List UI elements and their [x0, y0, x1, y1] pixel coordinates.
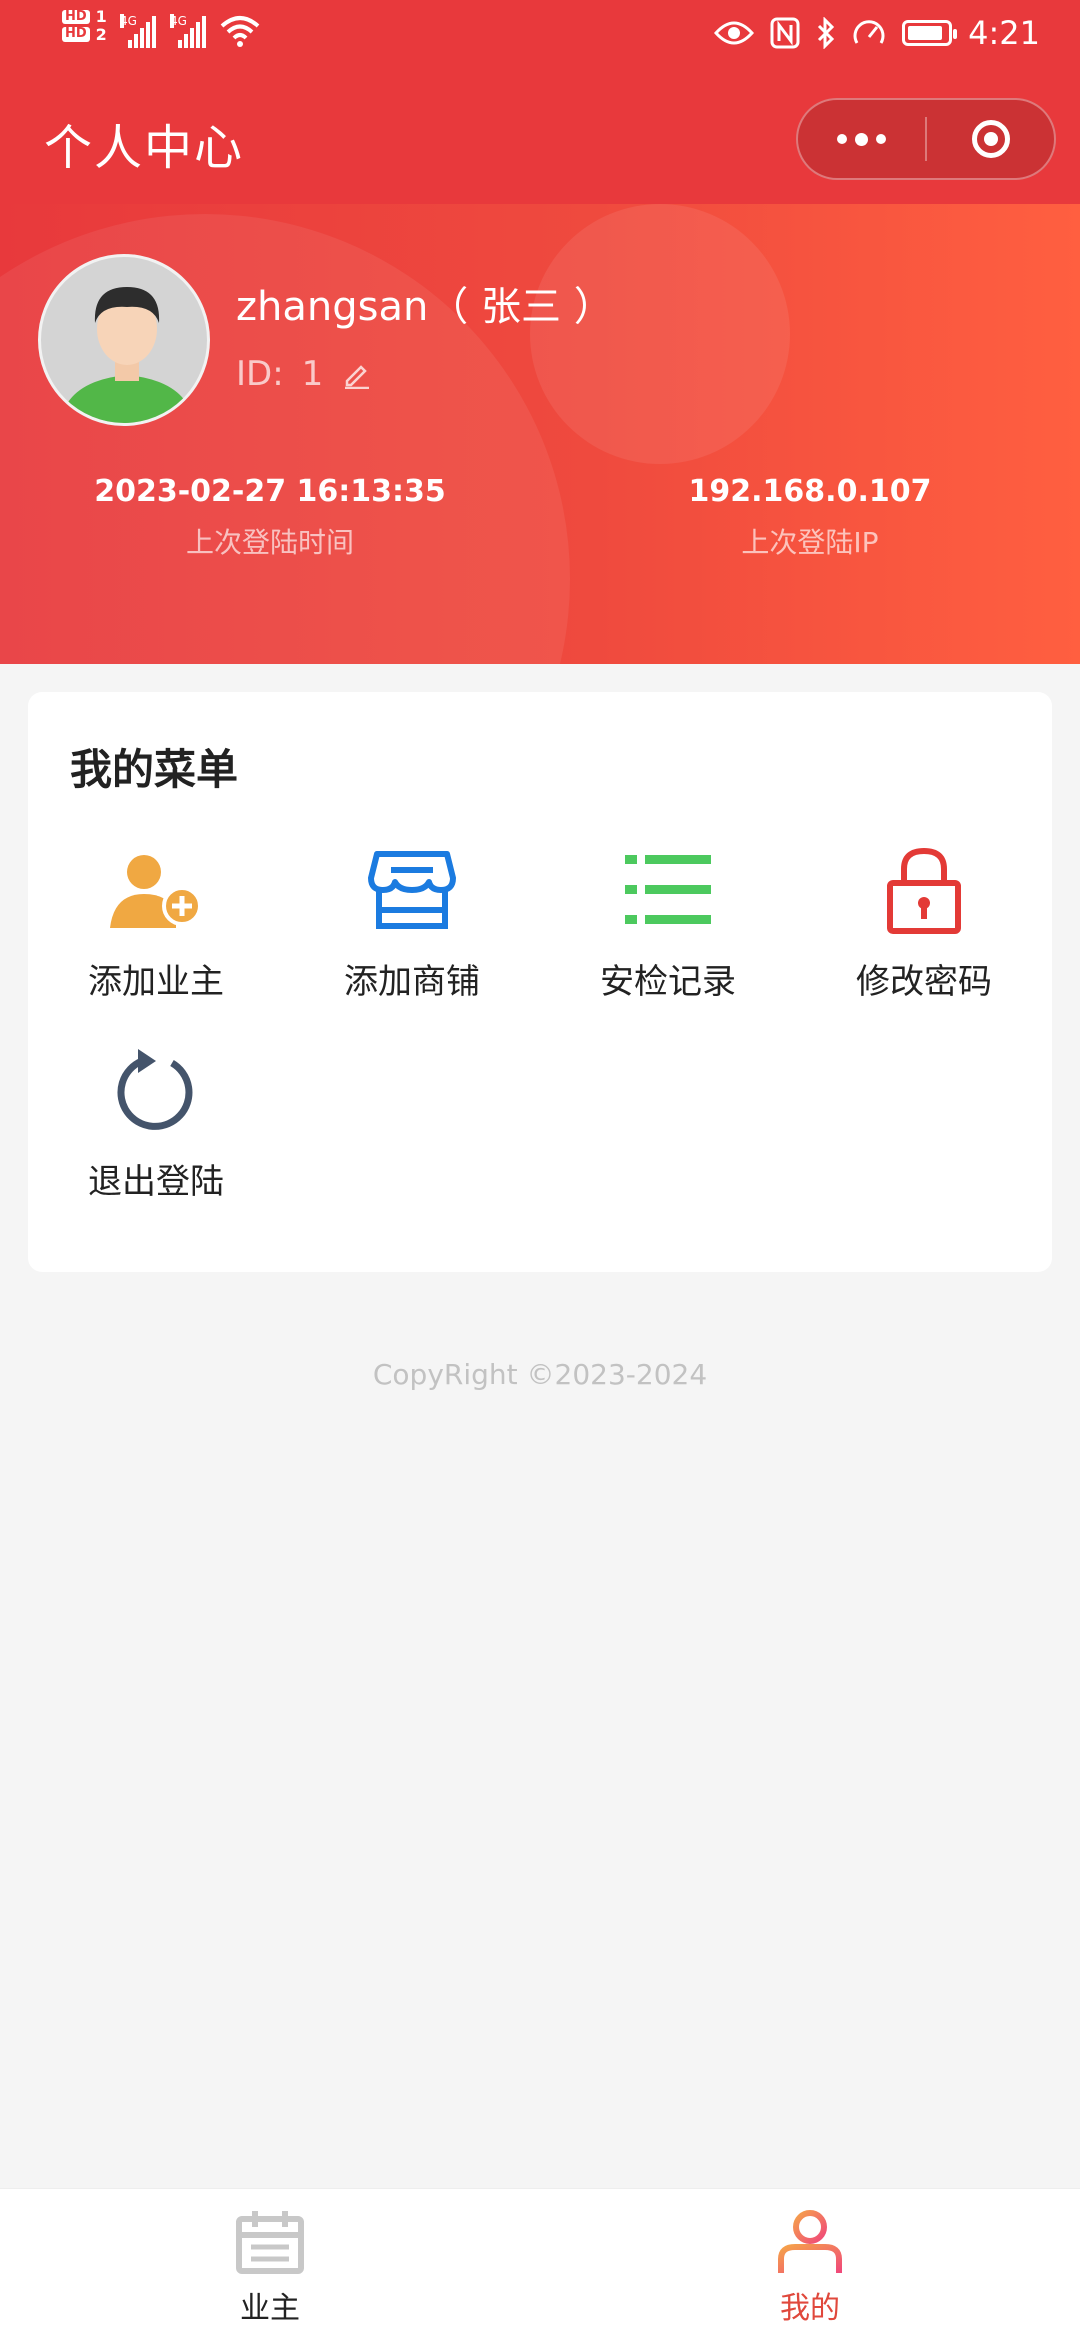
sim-slot-label: 2: [95, 24, 107, 44]
more-dot-icon: [837, 134, 847, 144]
status-bar: HD 1 HD 2 4G 4G 4:21: [0, 0, 1080, 72]
lock-icon: [887, 847, 961, 934]
battery-level: [908, 26, 943, 40]
battery-icon: [902, 20, 958, 46]
menu-item-logout[interactable]: 退出登陆: [28, 1040, 284, 1203]
menu-item-add-owner[interactable]: 添加业主: [28, 840, 284, 1003]
menu-item-inspection-records[interactable]: 安检记录: [540, 840, 796, 1003]
bluetooth-icon: [818, 17, 835, 49]
user-icon: [778, 2210, 842, 2273]
network-type: 4G: [120, 14, 137, 28]
tab-label: 我的: [780, 2291, 840, 2326]
last-login-time-value: 2023-02-27 16:13:35: [94, 474, 446, 509]
menu-item-change-password[interactable]: 修改密码: [796, 840, 1052, 1003]
more-dot-icon: [876, 134, 886, 144]
more-dot-icon: [855, 132, 868, 146]
list-icon: [625, 855, 711, 924]
calendar-icon: [236, 2211, 304, 2274]
clock: 4:21: [968, 14, 1040, 52]
target-icon: [971, 120, 1010, 158]
menu-card: 我的菜单 添加业主 添加商铺 安检记录 修改密码 退出登陆: [28, 692, 1052, 1272]
signal-icon: 4G: [120, 14, 156, 48]
last-login-ip: 192.168.0.107 上次登陆IP: [540, 474, 1080, 561]
last-login-ip-value: 192.168.0.107: [688, 474, 932, 509]
menu-item-add-store[interactable]: 添加商铺: [284, 840, 540, 1003]
menu-item-label: 退出登陆: [88, 1162, 224, 1202]
tab-label: 业主: [240, 2291, 300, 2326]
menu-item-label: 添加业主: [88, 962, 224, 1002]
refresh-icon: [117, 1049, 193, 1130]
menu-item-label: 修改密码: [856, 962, 992, 1002]
avatar[interactable]: [38, 254, 210, 426]
hd-badge: HD: [62, 26, 90, 42]
signal-icon: 4G: [170, 14, 206, 48]
page-title: 个人中心: [44, 120, 245, 176]
speedometer-icon: [853, 20, 885, 44]
edit-icon[interactable]: [341, 359, 371, 389]
eye-icon: [714, 21, 755, 45]
store-icon: [368, 851, 456, 929]
menu-item-label: 添加商铺: [344, 962, 480, 1002]
sim-indicators: HD 1 HD 2: [62, 8, 107, 43]
user-display-name: zhangsan（ 张三 ）: [236, 284, 614, 330]
menu-title: 我的菜单: [70, 745, 239, 794]
copyright: CopyRight ©2023-2024: [372, 1358, 708, 1391]
last-login-time: 2023-02-27 16:13:35 上次登陆时间: [0, 474, 540, 561]
hd-badge: HD: [62, 9, 90, 24]
wifi-icon: [220, 16, 260, 47]
add-user-icon: [110, 855, 202, 928]
profile-header: zhangsan（ 张三 ） ID: 1 2023-02-27 16:13:35…: [0, 204, 1080, 664]
tab-owners[interactable]: 业主: [0, 2209, 540, 2327]
nfc-icon: [770, 17, 800, 49]
last-login-ip-label: 上次登陆IP: [741, 526, 879, 559]
avatar-person-icon: [59, 287, 195, 423]
signal-indicators: 4G 4G: [120, 14, 260, 48]
sim-slot-label: 1: [95, 7, 107, 26]
menu-item-label: 安检记录: [600, 962, 736, 1002]
close-mini-program-button[interactable]: [927, 100, 1054, 178]
more-button[interactable]: [798, 100, 925, 178]
mini-program-capsule: [796, 98, 1056, 180]
decorative-circle: [530, 204, 790, 464]
user-id-row: ID: 1: [236, 354, 371, 394]
system-indicators: 4:21: [714, 14, 1040, 52]
user-id-label: ID:: [236, 354, 284, 394]
tab-mine[interactable]: 我的: [540, 2209, 1080, 2327]
user-id-value: 1: [301, 354, 324, 394]
network-type: 4G: [170, 14, 187, 28]
last-login-time-label: 上次登陆时间: [185, 526, 354, 559]
tab-bar: 业主 我的: [0, 2188, 1080, 2341]
nav-bar: 个人中心: [0, 72, 1080, 204]
